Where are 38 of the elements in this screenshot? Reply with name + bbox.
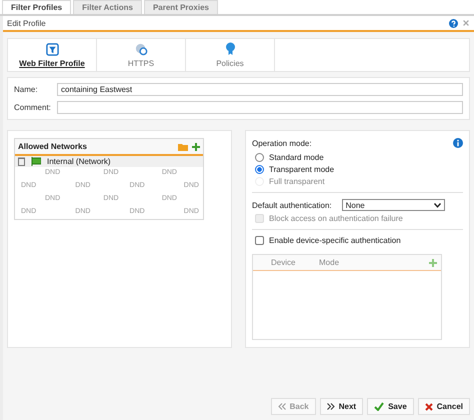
radio-option[interactable]: Standard mode — [252, 153, 463, 162]
tab[interactable]: Parent Proxies — [144, 0, 218, 14]
column-header: Device — [271, 258, 296, 267]
flag-icon — [31, 157, 41, 166]
authentication-dropdown[interactable]: None — [342, 199, 445, 211]
info-icon[interactable] — [453, 138, 463, 148]
name-field[interactable]: containing Eastwest — [57, 83, 463, 96]
folder-icon[interactable] — [178, 142, 188, 150]
column-header: Mode — [319, 258, 340, 267]
dialog-title: Edit Profile — [7, 18, 47, 28]
filter-icon — [46, 42, 58, 56]
checkmark-icon — [374, 402, 384, 411]
cancel-button[interactable]: Cancel — [418, 398, 470, 415]
cross-icon — [424, 402, 433, 410]
chevron-down-icon — [434, 202, 441, 208]
field-label: Default authentication: — [252, 200, 332, 210]
comment-field[interactable] — [57, 101, 463, 114]
save-button[interactable]: Save — [367, 398, 414, 415]
wizard-step[interactable]: HTTPS — [97, 39, 186, 71]
checkbox-option[interactable]: Enable device-specific authentication — [252, 236, 463, 245]
double-chevron-left-icon — [278, 403, 286, 410]
award-icon — [224, 42, 236, 56]
tab[interactable]: Filter Profiles — [2, 0, 72, 14]
wizard-step[interactable]: Web Filter Profile — [8, 39, 97, 71]
field-label: Name: — [14, 85, 39, 94]
radio-option[interactable]: Transparent mode — [252, 165, 463, 174]
next-button[interactable]: Next — [320, 398, 364, 415]
help-icon[interactable] — [449, 18, 458, 28]
add-icon[interactable] — [192, 142, 200, 150]
field-label: Comment: — [14, 103, 52, 112]
wizard-step[interactable]: Policies — [186, 39, 275, 71]
network-item[interactable]: Internal (Network) — [15, 156, 203, 167]
section-label: Operation mode: — [252, 138, 312, 148]
close-icon[interactable] — [462, 19, 470, 27]
tab[interactable]: Filter Actions — [73, 0, 142, 14]
add-icon[interactable] — [429, 258, 437, 266]
double-chevron-right-icon — [326, 403, 335, 410]
list-title: Allowed Networks — [18, 142, 88, 151]
